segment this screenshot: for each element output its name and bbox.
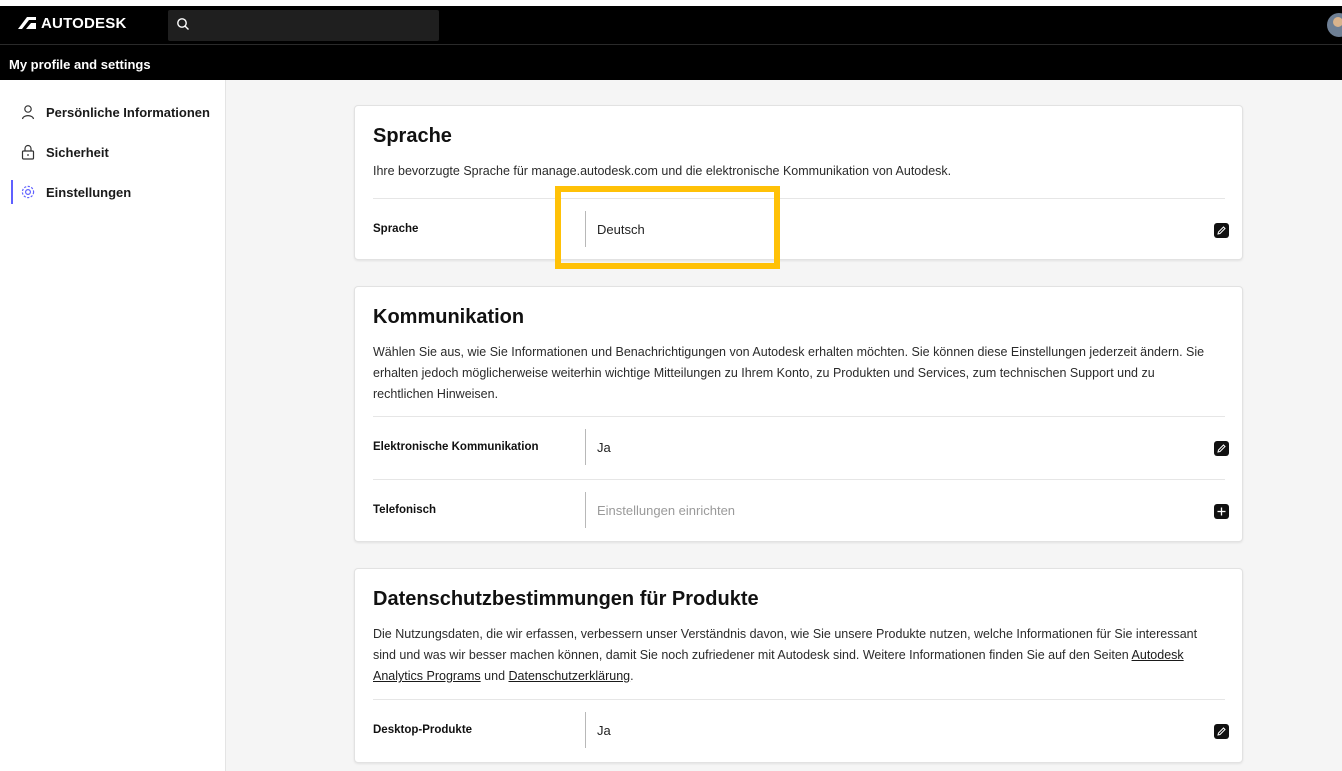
row-value: Deutsch xyxy=(597,222,645,237)
row-value: Ja xyxy=(597,440,611,455)
privacy-description-text: und xyxy=(480,669,509,683)
sidebar-item-personal-information[interactable]: Persönliche Informationen xyxy=(0,97,226,127)
sidebar-item-label: Einstellungen xyxy=(46,185,132,200)
gear-icon xyxy=(21,185,35,199)
row-value: Ja xyxy=(597,723,611,738)
privacy-card: Datenschutzbestimmungen für Produkte Die… xyxy=(354,568,1243,763)
row-divider xyxy=(585,429,586,465)
row-label: Telefonisch xyxy=(373,504,437,516)
row-value: Einstellungen einrichten xyxy=(597,503,736,518)
autodesk-logo[interactable]: AUTODESK xyxy=(18,14,127,32)
language-card: Sprache Ihre bevorzugte Sprache für mana… xyxy=(354,105,1243,260)
row-divider xyxy=(585,492,586,528)
search-input[interactable] xyxy=(168,10,439,41)
row-label: Elektronische Kommunikation xyxy=(373,441,539,453)
sidebar-item-label: Persönliche Informationen xyxy=(46,105,210,120)
autodesk-logo-icon xyxy=(18,17,36,29)
edit-electronic-communication-button[interactable] xyxy=(1214,441,1229,456)
person-icon xyxy=(21,105,35,120)
edit-desktop-products-button[interactable] xyxy=(1214,724,1229,739)
top-navigation-bar: AUTODESK xyxy=(0,0,1342,44)
page-title: My profile and settings xyxy=(9,57,151,72)
sidebar-item-settings[interactable]: Einstellungen xyxy=(0,177,226,207)
privacy-statement-link[interactable]: Datenschutzerklärung xyxy=(509,669,631,683)
edit-icon xyxy=(1217,727,1226,736)
sidebar-item-label: Sicherheit xyxy=(46,145,109,160)
lock-icon xyxy=(21,144,35,160)
phone-row: Telefonisch Einstellungen einrichten xyxy=(373,479,1229,542)
edit-icon xyxy=(1217,444,1226,453)
language-row: Sprache Deutsch xyxy=(373,198,1229,261)
language-description: Ihre bevorzugte Sprache für manage.autod… xyxy=(373,164,952,178)
language-title: Sprache xyxy=(373,125,452,147)
search-icon xyxy=(177,18,189,30)
brand-name: AUTODESK xyxy=(41,14,127,32)
communication-description: Wählen Sie aus, wie Sie Informationen un… xyxy=(373,345,1205,401)
row-divider xyxy=(585,712,586,748)
communication-title: Kommunikation xyxy=(373,306,525,328)
privacy-description-text: . xyxy=(630,669,634,683)
row-divider xyxy=(585,211,586,247)
row-label: Sprache xyxy=(373,223,419,235)
avatar[interactable] xyxy=(1327,13,1342,37)
privacy-title: Datenschutzbestimmungen für Produkte xyxy=(373,588,759,610)
privacy-description: Die Nutzungsdaten, die wir erfassen, ver… xyxy=(373,624,1213,687)
desktop-products-row: Desktop-Produkte Ja xyxy=(373,699,1229,762)
page-subheader: My profile and settings xyxy=(0,44,1342,80)
edit-language-button[interactable] xyxy=(1214,223,1229,238)
add-phone-button[interactable] xyxy=(1214,504,1229,519)
electronic-communication-row: Elektronische Kommunikation Ja xyxy=(373,416,1229,479)
communication-card: Kommunikation Wählen Sie aus, wie Sie In… xyxy=(354,286,1243,542)
row-label: Desktop-Produkte xyxy=(373,724,473,736)
sidebar: Persönliche Informationen Sicherheit Ein… xyxy=(0,80,226,771)
sidebar-item-security[interactable]: Sicherheit xyxy=(0,137,226,167)
edit-icon xyxy=(1217,226,1226,235)
window-top-edge xyxy=(0,0,1342,6)
privacy-description-text: Die Nutzungsdaten, die wir erfassen, ver… xyxy=(373,627,1198,662)
plus-icon xyxy=(1217,507,1226,516)
